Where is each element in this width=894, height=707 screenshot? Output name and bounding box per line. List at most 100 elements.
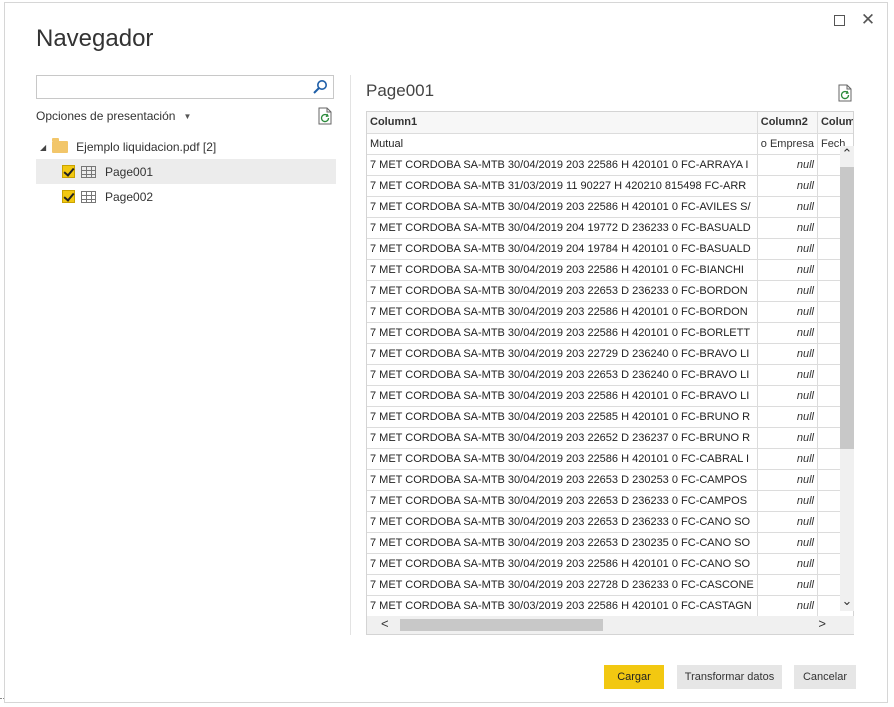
table-cell: null [757,427,818,449]
preview-table: Column1 Column2 Column3 Mutualo EmpresaF… [366,111,854,635]
table-cell: 7 MET CORDOBA SA-MTB 30/04/2019 203 2265… [367,280,758,302]
folder-icon [52,138,69,153]
table-cell: null [757,280,818,302]
table-cell: 7 MET CORDOBA SA-MTB 30/04/2019 203 2258… [367,322,758,344]
table-cell: null [757,301,818,323]
table-cell: null [757,364,818,386]
tree-item-page002[interactable]: Page002 [36,184,336,209]
tree-item-label: Page001 [105,164,154,179]
table-cell: 7 MET CORDOBA SA-MTB 30/04/2019 203 2265… [367,364,758,386]
scroll-left-icon[interactable]: < [381,616,389,631]
table-cell: null [757,553,818,575]
table-row: 7 MET CORDOBA SA-MTB 30/04/2019 203 2265… [367,364,853,386]
checkbox-page002[interactable] [62,190,75,203]
table-cell: 7 MET CORDOBA SA-MTB 30/04/2019 203 2265… [367,532,758,554]
tree-item-label: Page002 [105,189,154,204]
search-icon[interactable] [312,79,328,95]
table-cell: null [757,595,818,617]
table-row: 7 MET CORDOBA SA-MTB 30/04/2019 203 2258… [367,259,853,281]
table-cell: 7 MET CORDOBA SA-MTB 30/04/2019 203 2258… [367,259,758,281]
table-cell: 7 MET CORDOBA SA-MTB 30/04/2019 203 2265… [367,469,758,491]
table-cell: null [757,196,818,218]
table-cell: null [757,490,818,512]
search-input[interactable] [37,76,307,98]
horizontal-scrollbar[interactable]: < > [367,616,854,634]
navigator-dialog: ✕ Navegador Opciones de presentación ▼ ◢… [4,2,888,703]
table-cell: 7 MET CORDOBA SA-MTB 30/04/2019 203 2265… [367,427,758,449]
refresh-icon[interactable] [317,107,333,125]
table-icon [81,190,96,203]
table-cell: o Empresa [757,133,818,155]
table-cell: 7 MET CORDOBA SA-MTB 30/04/2019 203 2258… [367,406,758,428]
load-button[interactable]: Cargar [604,665,664,689]
table-row: 7 MET CORDOBA SA-MTB 30/04/2019 203 2272… [367,343,853,365]
cancel-button[interactable]: Cancelar [794,665,856,689]
table-cell: null [757,385,818,407]
table-row: 7 MET CORDOBA SA-MTB 30/04/2019 203 2272… [367,574,853,596]
table-row: 7 MET CORDOBA SA-MTB 30/04/2019 203 2258… [367,406,853,428]
table-cell: 7 MET CORDOBA SA-MTB 30/03/2019 203 2258… [367,595,758,617]
table-cell: 7 MET CORDOBA SA-MTB 30/04/2019 203 2258… [367,196,758,218]
table-row: 7 MET CORDOBA SA-MTB 31/03/2019 11 90227… [367,175,853,197]
panel-splitter[interactable] [350,75,351,635]
tree-folder-pdf[interactable]: ◢ Ejemplo liquidacion.pdf [2] [36,135,336,159]
table-cell: 7 MET CORDOBA SA-MTB 30/04/2019 204 1978… [367,238,758,260]
scroll-right-icon[interactable]: > [818,616,826,631]
table-header-row: Column1 Column2 Column3 [367,112,853,134]
table-row: 7 MET CORDOBA SA-MTB 30/03/2019 203 2258… [367,595,853,617]
expand-triangle-icon[interactable]: ◢ [40,143,46,152]
column-header[interactable]: Column2 [757,112,818,134]
table-row: 7 MET CORDOBA SA-MTB 30/04/2019 203 2258… [367,448,853,470]
scroll-up-icon[interactable]: ⌃ [840,146,854,162]
table-row: 7 MET CORDOBA SA-MTB 30/04/2019 203 2265… [367,511,853,533]
tree-folder-label: Ejemplo liquidacion.pdf [2] [76,140,217,154]
table-cell: null [757,175,818,197]
table-cell: 7 MET CORDOBA SA-MTB 30/04/2019 203 2258… [367,448,758,470]
table-cell: null [757,217,818,239]
navigator-tree: ◢ Ejemplo liquidacion.pdf [2] Page001 Pa… [36,135,336,209]
table-cell: null [757,532,818,554]
close-icon[interactable]: ✕ [857,9,879,31]
table-cell: null [757,511,818,533]
table-cell: 7 MET CORDOBA SA-MTB 31/03/2019 11 90227… [367,175,758,197]
table-row: 7 MET CORDOBA SA-MTB 30/04/2019 203 2265… [367,469,853,491]
divider [0,698,4,699]
tree-item-page001[interactable]: Page001 [36,159,336,184]
table-row: 7 MET CORDOBA SA-MTB 30/04/2019 203 2265… [367,280,853,302]
table-cell: null [757,469,818,491]
vertical-scroll-thumb[interactable] [840,167,854,449]
maximize-icon[interactable] [828,9,850,31]
table-cell: 7 MET CORDOBA SA-MTB 30/04/2019 203 2258… [367,301,758,323]
display-options-dropdown[interactable]: Opciones de presentación ▼ [36,109,191,123]
vertical-scrollbar[interactable]: ⌃ ⌄ [840,146,854,611]
table-cell: 7 MET CORDOBA SA-MTB 30/04/2019 203 2265… [367,511,758,533]
table-cell: Mutual [367,133,758,155]
table-cell: 7 MET CORDOBA SA-MTB 30/04/2019 203 2265… [367,490,758,512]
table-cell: null [757,448,818,470]
table-row: Mutual o Empresa Fech [367,133,853,155]
table-icon [81,165,96,178]
table-row: 7 MET CORDOBA SA-MTB 30/04/2019 203 2258… [367,385,853,407]
table-row: 7 MET CORDOBA SA-MTB 30/04/2019 203 2258… [367,154,853,176]
transform-data-button[interactable]: Transformar datos [677,665,782,689]
table-cell: 7 MET CORDOBA SA-MTB 30/04/2019 203 2258… [367,553,758,575]
chevron-down-icon: ▼ [183,111,192,121]
table-cell: null [757,574,818,596]
table-cell: null [757,322,818,344]
scroll-down-icon[interactable]: ⌄ [840,593,854,609]
horizontal-scroll-thumb[interactable] [400,619,603,631]
column-header[interactable]: Column1 [367,112,758,134]
search-box[interactable] [36,75,334,99]
table-row: 7 MET CORDOBA SA-MTB 30/04/2019 203 2265… [367,532,853,554]
checkbox-page001[interactable] [62,165,75,178]
column-header[interactable]: Column3 [817,112,853,134]
refresh-preview-icon[interactable] [837,84,853,102]
table-row: 7 MET CORDOBA SA-MTB 30/04/2019 203 2265… [367,427,853,449]
table-cell: null [757,343,818,365]
table-row: 7 MET CORDOBA SA-MTB 30/04/2019 204 1978… [367,238,853,260]
table-cell: null [757,259,818,281]
table-cell: 7 MET CORDOBA SA-MTB 30/04/2019 203 2272… [367,574,758,596]
table-cell: null [757,238,818,260]
table-row: 7 MET CORDOBA SA-MTB 30/04/2019 203 2258… [367,301,853,323]
table-row: 7 MET CORDOBA SA-MTB 30/04/2019 203 2258… [367,322,853,344]
